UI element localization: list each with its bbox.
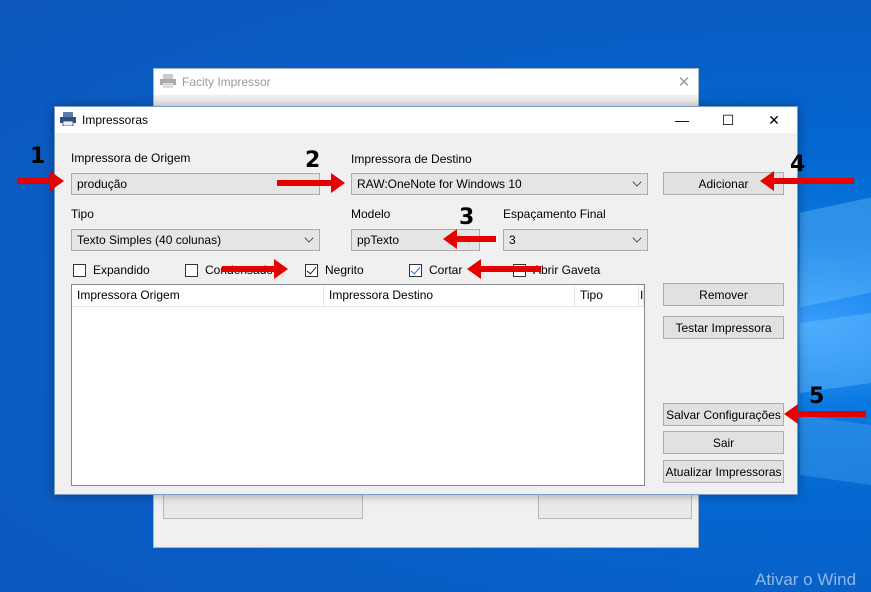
- annotation-arrow: [443, 229, 496, 249]
- annotation-arrow: [277, 173, 345, 193]
- column-header[interactable]: Tipo: [575, 285, 639, 306]
- negrito-label: Negrito: [325, 263, 364, 277]
- desktop-light-beam: [800, 313, 871, 393]
- atualizar-impressoras-button[interactable]: Atualizar Impressoras: [663, 460, 784, 483]
- desktop-light-beam: [800, 415, 871, 485]
- annotation-arrow: [222, 259, 288, 279]
- espacamento-label: Espaçamento Final: [503, 207, 606, 221]
- modelo-label: Modelo: [351, 207, 391, 221]
- tipo-label: Tipo: [71, 207, 94, 221]
- annotation-number: 4: [790, 152, 806, 177]
- destino-select[interactable]: RAW:OneNote for Windows 10: [351, 173, 648, 195]
- annotation-number: 2: [305, 148, 321, 173]
- column-header[interactable]: I: [639, 285, 644, 306]
- annotation-arrow: [760, 171, 854, 191]
- annotation-arrow: [467, 259, 541, 279]
- sair-button[interactable]: Sair: [663, 431, 784, 454]
- dialog-title: Impressoras: [82, 113, 149, 127]
- chevron-down-icon: [632, 233, 642, 243]
- list-header: Impressora Origem Impressora Destino Tip…: [72, 285, 644, 307]
- annotation-number: 3: [459, 205, 475, 230]
- maximize-button[interactable]: ☐: [705, 107, 751, 133]
- tipo-select-value: Texto Simples (40 colunas): [77, 233, 222, 247]
- annotation-arrow: [784, 404, 866, 424]
- annotation-arrow: [17, 171, 64, 191]
- expandido-checkbox[interactable]: Expandido: [73, 263, 150, 277]
- espacamento-select[interactable]: 3: [503, 229, 648, 251]
- dialog-titlebar: Impressoras — ☐ ✕: [55, 107, 797, 133]
- chevron-down-icon: [632, 177, 642, 187]
- close-button[interactable]: ✕: [751, 107, 797, 133]
- background-window-title: Facity Impressor: [182, 75, 271, 89]
- modelo-select-value: ppTexto: [357, 233, 400, 247]
- checkbox-box-checked: [409, 263, 422, 277]
- column-header[interactable]: Impressora Destino: [324, 285, 575, 306]
- background-window-titlebar: Facity Impressor ✕: [154, 69, 698, 95]
- impressoras-dialog: Impressoras — ☐ ✕ Impressora de Origem p…: [54, 106, 798, 495]
- remover-button[interactable]: Remover: [663, 283, 784, 306]
- annotation-number: 1: [30, 144, 46, 169]
- testar-impressora-button[interactable]: Testar Impressora: [663, 316, 784, 339]
- origem-label: Impressora de Origem: [71, 151, 191, 165]
- abrir-gaveta-label: Abrir Gaveta: [533, 263, 601, 277]
- negrito-checkbox[interactable]: Negrito: [305, 263, 364, 277]
- activate-windows-watermark: Ativar o Wind: [755, 570, 857, 589]
- cortar-checkbox[interactable]: Cortar: [409, 263, 462, 277]
- expandido-label: Expandido: [93, 263, 150, 277]
- column-header[interactable]: Impressora Origem: [72, 285, 324, 306]
- minimize-button[interactable]: —: [659, 107, 705, 133]
- salvar-configuracoes-button[interactable]: Salvar Configurações: [663, 403, 784, 426]
- destino-label: Impressora de Destino: [351, 152, 472, 166]
- printer-icon: [60, 111, 76, 129]
- close-icon[interactable]: ✕: [670, 73, 698, 91]
- annotation-number: 5: [809, 384, 825, 409]
- checkbox-box-checked: [305, 263, 318, 277]
- printer-icon: [160, 73, 176, 91]
- desktop-light-beam: [800, 197, 871, 308]
- espacamento-select-value: 3: [509, 233, 516, 247]
- tipo-select[interactable]: Texto Simples (40 colunas): [71, 229, 320, 251]
- printer-mapping-list[interactable]: Impressora Origem Impressora Destino Tip…: [71, 284, 645, 486]
- checkbox-box: [185, 263, 198, 277]
- chevron-down-icon: [304, 233, 314, 243]
- destino-select-value: RAW:OneNote for Windows 10: [357, 177, 522, 191]
- cortar-label: Cortar: [429, 263, 463, 277]
- checkbox-box: [73, 263, 86, 277]
